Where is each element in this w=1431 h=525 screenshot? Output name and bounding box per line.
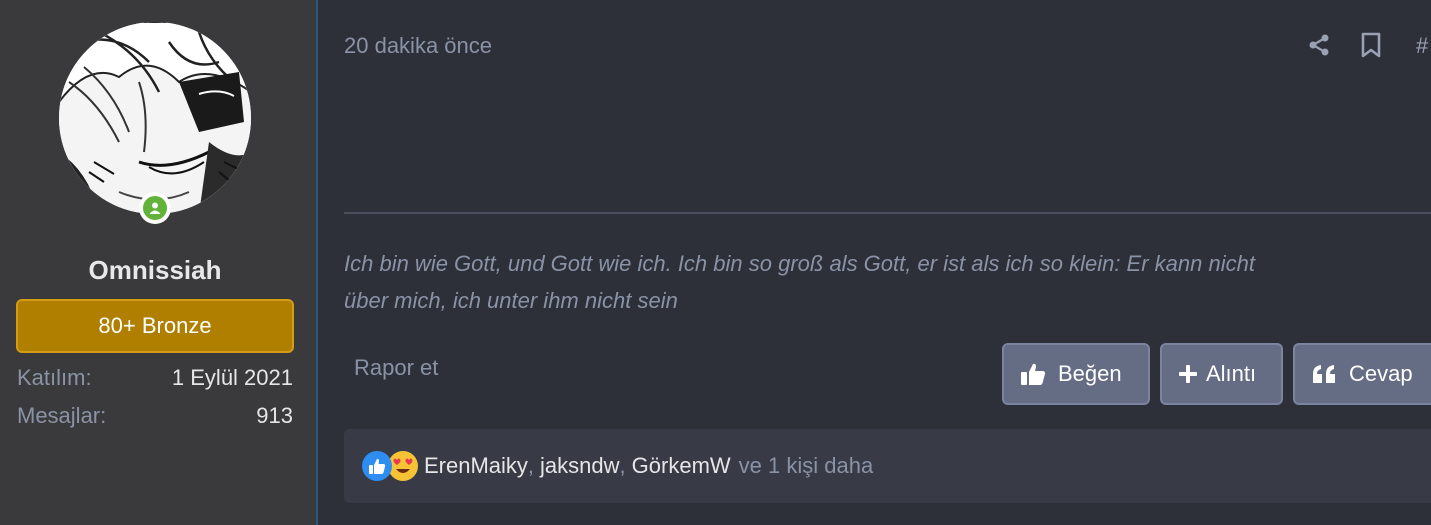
reaction-separator: , bbox=[527, 453, 535, 478]
post-main: 20 dakika önce # Ich bin wie Gott, und G… bbox=[320, 0, 1431, 525]
rank-badge: 80+ Bronze bbox=[16, 299, 294, 353]
reaction-user[interactable]: GörkemW bbox=[632, 453, 731, 479]
reaction-more-link[interactable]: ve 1 kişi daha bbox=[739, 453, 874, 479]
like-reaction-icon bbox=[362, 451, 392, 481]
reply-button-label: Cevap bbox=[1349, 361, 1413, 386]
stat-messages: Mesajlar: 913 bbox=[17, 403, 293, 429]
bookmark-icon[interactable] bbox=[1356, 30, 1386, 60]
author-username[interactable]: Omnissiah bbox=[0, 255, 310, 286]
user-icon bbox=[149, 202, 161, 214]
reaction-user[interactable]: jaksndw bbox=[540, 453, 619, 479]
stat-messages-value: 913 bbox=[256, 403, 293, 428]
like-button[interactable]: Beğen bbox=[1002, 343, 1150, 405]
share-icon[interactable] bbox=[1304, 30, 1334, 60]
reaction-separator: , bbox=[619, 453, 626, 478]
signature-divider bbox=[344, 212, 1431, 214]
stat-joined-value: 1 Eylül 2021 bbox=[171, 365, 293, 390]
author-sidebar: Omnissiah 80+ Bronze Katılım: 1 Eylül 20… bbox=[0, 0, 318, 525]
reactions-bar[interactable]: ErenMaiky , jaksndw , GörkemW ve 1 kişi … bbox=[344, 429, 1431, 503]
signature-text: Ich bin wie Gott, und Gott wie ich. Ich … bbox=[344, 245, 1414, 319]
post-permalink[interactable]: # bbox=[1416, 33, 1428, 59]
love-eyes-reaction-icon bbox=[388, 451, 418, 481]
avatar-image bbox=[59, 22, 251, 214]
reply-button[interactable]: Cevap bbox=[1293, 343, 1431, 405]
quote-button-label: Alıntı bbox=[1206, 361, 1257, 386]
online-status-indicator bbox=[139, 192, 171, 224]
post-top-actions bbox=[1304, 30, 1386, 60]
plus-icon bbox=[1179, 365, 1197, 383]
thumbs-up-icon bbox=[1021, 363, 1046, 385]
reaction-icons bbox=[362, 451, 418, 481]
stat-joined: Katılım: 1 Eylül 2021 bbox=[17, 365, 293, 391]
stat-messages-label: Mesajlar: bbox=[17, 403, 107, 428]
avatar[interactable] bbox=[59, 22, 251, 224]
post-timestamp[interactable]: 20 dakika önce bbox=[344, 33, 492, 59]
stat-joined-label: Katılım: bbox=[17, 365, 92, 390]
quote-button[interactable]: Alıntı bbox=[1160, 343, 1283, 405]
report-link[interactable]: Rapor et bbox=[354, 355, 438, 381]
like-button-label: Beğen bbox=[1058, 361, 1122, 386]
quote-marks-icon bbox=[1313, 365, 1335, 383]
reaction-user[interactable]: ErenMaiky bbox=[424, 453, 528, 479]
signature-line: Ich bin wie Gott, und Gott wie ich. Ich … bbox=[344, 251, 1255, 276]
signature-line: über mich, ich unter ihm nicht sein bbox=[344, 288, 678, 313]
